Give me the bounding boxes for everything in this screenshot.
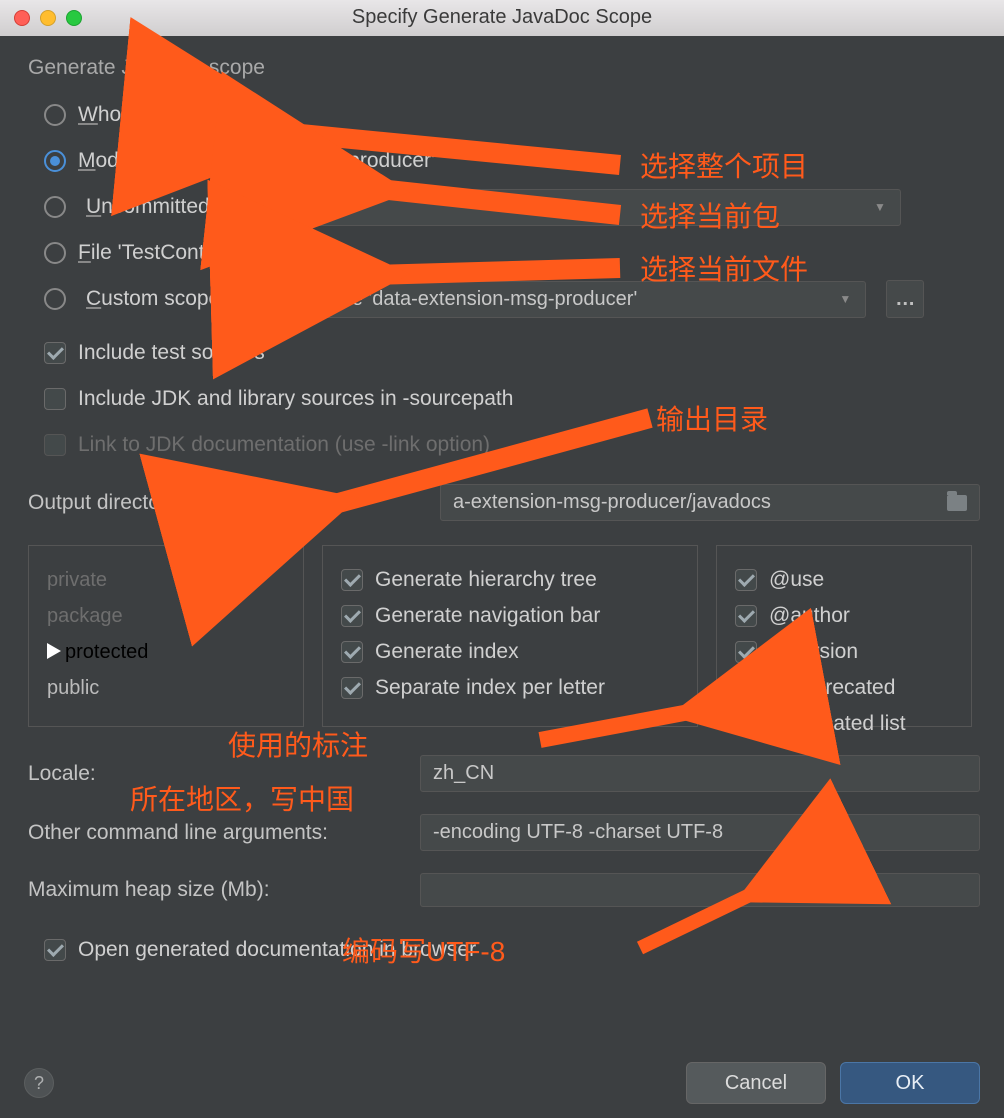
locale-label: Locale:	[28, 762, 96, 786]
uncommitted-combo[interactable]: All▼	[273, 189, 901, 226]
vis-public[interactable]: public	[47, 670, 285, 706]
link-jdk-checkbox	[44, 434, 66, 456]
include-test-label: Include test sources	[78, 341, 265, 365]
chk-use[interactable]	[735, 569, 757, 591]
module-label: Module 'data-extension-msg-producer'	[78, 149, 435, 173]
chk-gen-index[interactable]	[341, 641, 363, 663]
file-label: File 'TestController.java'	[78, 241, 298, 265]
chk-dep-list[interactable]	[735, 713, 757, 735]
zoom-icon[interactable]	[66, 10, 82, 26]
titlebar: Specify Generate JavaDoc Scope	[0, 0, 1004, 36]
include-jdk-checkbox[interactable]	[44, 388, 66, 410]
output-dir-label: Output directory:	[28, 491, 183, 515]
custom-scope-browse-button[interactable]: …	[886, 280, 924, 318]
heap-label: Maximum heap size (Mb):	[28, 878, 270, 902]
custom-scope-combo[interactable]: Module 'data-extension-msg-producer'▼	[282, 281, 866, 318]
heap-field[interactable]	[420, 873, 980, 907]
include-test-checkbox[interactable]	[44, 342, 66, 364]
chk-gen-tree[interactable]	[341, 569, 363, 591]
open-doc-checkbox[interactable]	[44, 939, 66, 961]
radio-file[interactable]	[44, 242, 66, 264]
window-title: Specify Generate JavaDoc Scope	[0, 6, 1004, 29]
slider-pointer-icon[interactable]	[47, 643, 61, 659]
args-label: Other command line arguments:	[28, 821, 328, 845]
radio-custom[interactable]	[44, 288, 66, 310]
chk-deprecated[interactable]	[735, 677, 757, 699]
args-field[interactable]: -encoding UTF-8 -charset UTF-8	[420, 814, 980, 851]
chk-author[interactable]	[735, 605, 757, 627]
vis-package[interactable]: package	[47, 598, 285, 634]
chk-sep-index[interactable]	[341, 677, 363, 699]
visibility-panel: private package protected public	[28, 545, 304, 727]
chk-gen-nav[interactable]	[341, 605, 363, 627]
whole-project-label: Whole project	[78, 103, 206, 127]
output-dir-field[interactable]: a-extension-msg-producer/javadocs	[440, 484, 980, 521]
help-button[interactable]: ?	[24, 1068, 54, 1098]
cancel-button[interactable]: Cancel	[686, 1062, 826, 1104]
radio-module[interactable]	[44, 150, 66, 172]
uncommitted-label: Uncommitted files	[86, 195, 253, 219]
vis-private[interactable]: private	[47, 562, 285, 598]
open-doc-label: Open generated documentation in browser	[78, 938, 476, 962]
chk-version[interactable]	[735, 641, 757, 663]
radio-whole-project[interactable]	[44, 104, 66, 126]
gen-options-panel: Generate hierarchy tree Generate navigat…	[322, 545, 698, 727]
tags-panel: @use @author @version @deprecated deprec…	[716, 545, 972, 727]
custom-label: Custom scope	[86, 287, 220, 311]
minimize-icon[interactable]	[40, 10, 56, 26]
ok-button[interactable]: OK	[840, 1062, 980, 1104]
folder-icon[interactable]	[947, 495, 967, 511]
radio-uncommitted[interactable]	[44, 196, 66, 218]
close-icon[interactable]	[14, 10, 30, 26]
scope-section-label: Generate JavaDoc scope	[28, 56, 980, 80]
include-jdk-label: Include JDK and library sources in -sour…	[78, 387, 513, 411]
vis-protected[interactable]: protected	[47, 634, 285, 670]
link-jdk-label: Link to JDK documentation (use -link opt…	[78, 433, 490, 457]
locale-field[interactable]: zh_CN	[420, 755, 980, 792]
